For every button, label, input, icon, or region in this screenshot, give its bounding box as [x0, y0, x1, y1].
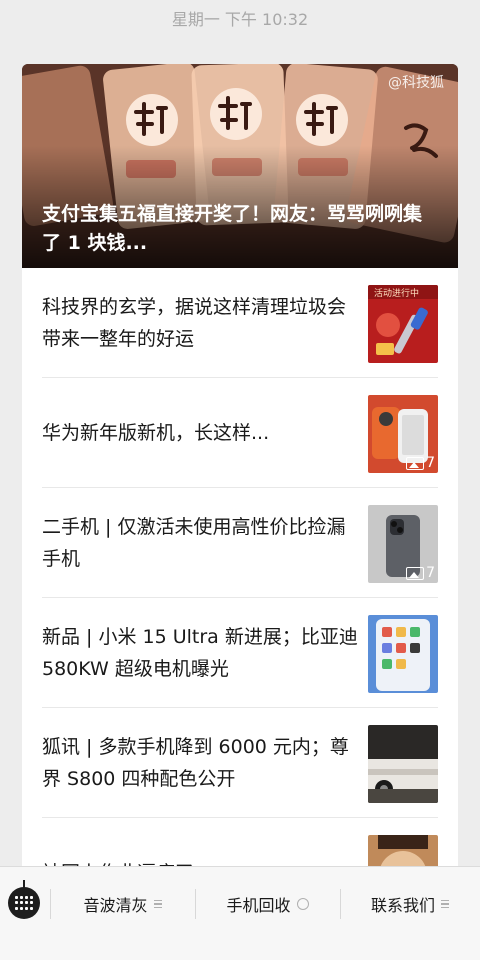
article-thumbnail [368, 725, 438, 803]
article-thumbnail [368, 615, 438, 693]
list-item[interactable]: 科技界的玄学，据说这样清理垃圾会带来一整年的好运 活动进行中 [42, 268, 438, 378]
photo-count-badge: 7 [406, 565, 435, 581]
link-icon [296, 898, 309, 910]
photo-count: 7 [426, 565, 435, 581]
menu-label: 手机回收 [226, 896, 291, 915]
photo-count-badge: 7 [406, 455, 435, 471]
article-thumbnail: 7 [368, 505, 438, 583]
article-thumbnail: 活动进行中 [368, 285, 438, 363]
submenu-icon [153, 900, 162, 908]
list-item[interactable]: 新品 | 小米 15 Ultra 新进展；比亚迪 580KW 超级电机曝光 [42, 598, 438, 708]
article-thumbnail: 7 [368, 395, 438, 473]
photo-count: 7 [426, 455, 435, 471]
keyboard-icon[interactable] [8, 880, 40, 919]
message-timestamp: 星期一 下午 10:32 [171, 10, 309, 29]
submenu-icon [441, 900, 449, 908]
article-title: 新品 | 小米 15 Ultra 新进展；比亚迪 580KW 超级电机曝光 [42, 625, 358, 680]
cover-title: 支付宝集五福直接开奖了！网友：骂骂咧咧集了 1 块钱... [42, 203, 423, 254]
menu-sonic-clean[interactable]: 音波清灰 [50, 885, 195, 923]
menu-label: 联系我们 [370, 896, 435, 915]
list-item[interactable]: 狐讯 | 多款手机降到 6000 元内；尊界 S800 四种配色公开 [42, 708, 438, 818]
article-title: 华为新年版新机，长这样... [42, 421, 270, 444]
article-title: 二手机 | 仅激活未使用高性价比捡漏手机 [42, 515, 346, 570]
gallery-icon [406, 566, 425, 580]
list-item[interactable]: 华为新年版新机，长这样... 7 [42, 378, 438, 488]
article-title: 科技界的玄学，据说这样清理垃圾会带来一整年的好运 [42, 295, 347, 350]
cover-watermark: @科技狐 [388, 75, 444, 91]
article-list: 科技界的玄学，据说这样清理垃圾会带来一整年的好运 活动进行中 华为新年版新机，长… [22, 268, 458, 874]
article-title: 狐讯 | 多款手机降到 6000 元内；尊界 S800 四种配色公开 [42, 735, 349, 790]
menu-contact-us[interactable]: 联系我们 [340, 885, 480, 923]
thumb-label: 活动进行中 [374, 289, 420, 299]
bottom-menu-bar: 音波清灰 手机回收 联系我们 [0, 866, 480, 960]
list-item[interactable]: 二手机 | 仅激活未使用高性价比捡漏手机 7 [42, 488, 438, 598]
gallery-icon [406, 456, 425, 470]
cover-article[interactable]: @科技狐 支付宝集五福直接开奖了！网友：骂骂咧咧集了 1 块钱... [22, 64, 458, 268]
menu-label: 音波清灰 [83, 896, 148, 915]
menu-phone-recycle[interactable]: 手机回收 [195, 885, 340, 923]
article-card[interactable]: @科技狐 支付宝集五福直接开奖了！网友：骂骂咧咧集了 1 块钱... 科技界的玄… [22, 64, 458, 874]
